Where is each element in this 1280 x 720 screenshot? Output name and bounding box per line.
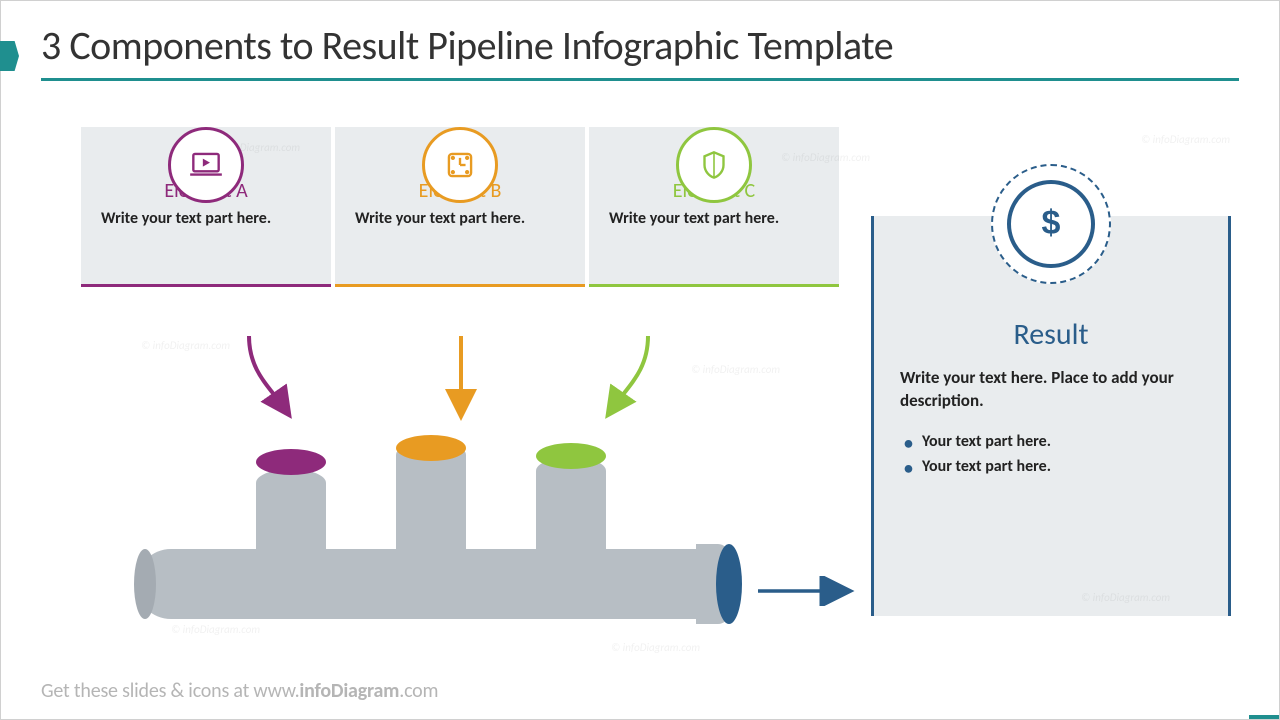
component-card-c: Element C Write your text part here.	[589, 127, 839, 287]
card-bottom-border	[335, 284, 585, 287]
result-icon-ring: $	[991, 164, 1111, 284]
arrow-b-to-pipe	[431, 331, 491, 421]
footer-suffix: .com	[399, 679, 438, 703]
pipe-main	[136, 549, 716, 619]
svg-text:$: $	[1042, 204, 1061, 242]
arrow-a-to-pipe	[241, 331, 301, 421]
watermark: © infoDiagram.com	[141, 339, 230, 352]
pipe-end-cap	[716, 544, 742, 624]
card-desc: Write your text part here.	[101, 209, 311, 229]
slide-title: 3 Components to Result Pipeline Infograp…	[41, 21, 1239, 70]
card-bottom-border	[589, 284, 839, 287]
bottom-accent	[1249, 715, 1279, 719]
components-row: Element A Write your text part here.	[81, 127, 839, 287]
arrow-pipe-to-result	[756, 576, 856, 606]
result-desc: Write your text here. Place to add your …	[900, 367, 1202, 413]
watermark: © infoDiagram.com	[1141, 133, 1230, 146]
result-title: Result	[900, 316, 1202, 353]
card-bottom-border	[81, 284, 331, 287]
shield-icon	[676, 127, 752, 203]
dollar-icon: $	[1007, 180, 1095, 268]
result-bullet: Your text part here.	[904, 429, 1202, 455]
pipeline-graphic	[136, 449, 746, 629]
title-underline	[41, 78, 1239, 81]
result-bullets: Your text part here. Your text part here…	[900, 429, 1202, 480]
component-card-b: Element B Write your text part here.	[335, 127, 585, 287]
footer-caption: Get these slides & icons at www.infoDiag…	[41, 679, 438, 703]
card-desc: Write your text part here.	[355, 209, 565, 229]
infographic-slide: 3 Components to Result Pipeline Infograp…	[0, 0, 1280, 720]
arrow-c-to-pipe	[596, 331, 656, 421]
title-area: 3 Components to Result Pipeline Infograp…	[41, 21, 1239, 81]
result-bullet: Your text part here.	[904, 454, 1202, 480]
watermark: © infoDiagram.com	[691, 363, 780, 376]
watermark: © infoDiagram.com	[611, 641, 700, 654]
clock-square-icon	[422, 127, 498, 203]
laptop-play-icon	[168, 127, 244, 203]
pipe-inlet-b	[396, 435, 466, 555]
component-card-a: Element A Write your text part here.	[81, 127, 331, 287]
pipe-inlet-c	[536, 443, 606, 563]
left-accent-tab	[0, 41, 19, 71]
result-card: $ Result Write your text here. Place to …	[871, 216, 1231, 616]
footer-brand: infoDiagram	[299, 679, 399, 703]
footer-prefix: Get these slides & icons at www.	[41, 679, 299, 703]
card-desc: Write your text part here.	[609, 209, 819, 229]
